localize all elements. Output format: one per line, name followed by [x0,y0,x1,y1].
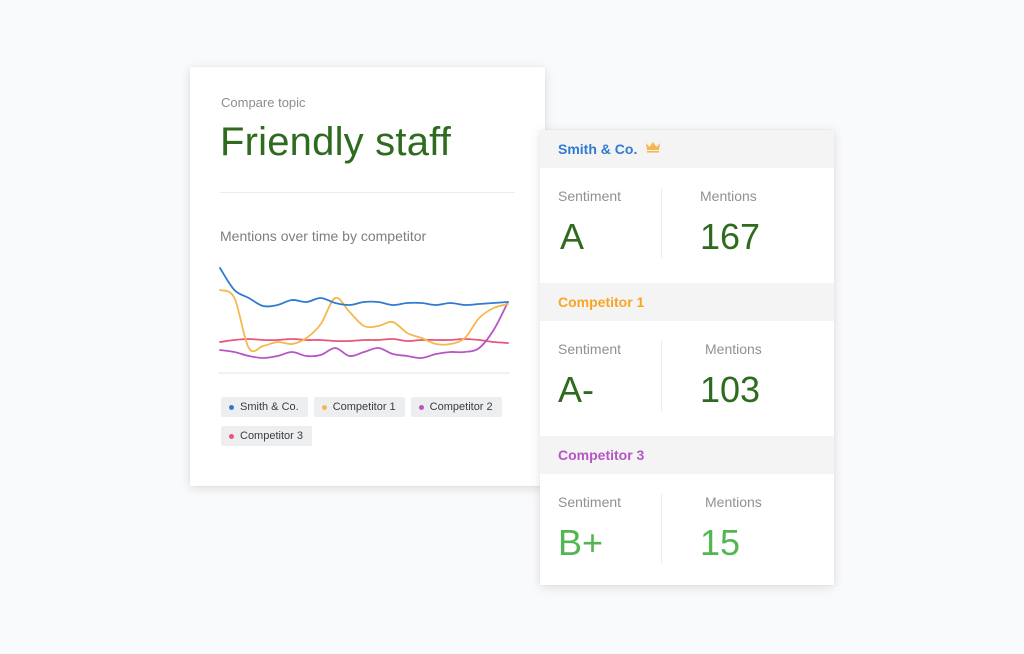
legend-label: Smith & Co. [240,401,299,413]
section-header-competitor-3: Competitor 3 [540,436,834,474]
section-header-competitor-1: Competitor 1 [540,283,834,321]
legend-item-competitor-2[interactable]: Competitor 2 [410,397,502,417]
sentiment-label: Sentiment [558,341,622,357]
column-divider [661,341,662,411]
competitor-name: Competitor 1 [558,294,645,310]
column-divider [661,188,662,258]
legend-item-smith-co[interactable]: Smith & Co. [221,397,308,417]
legend-item-competitor-1[interactable]: Competitor 1 [313,397,405,417]
legend-label: Competitor 3 [240,430,303,442]
competitor-scores-card: Smith & Co. Sentiment Mentions A 167 Com… [540,130,834,585]
mentions-label: Mentions [700,188,757,204]
mentions-count: 167 [700,216,761,257]
crown-icon [645,140,661,158]
series-line-competitor-2 [219,301,509,359]
legend-label: Competitor 1 [332,401,396,413]
legend-dot [229,404,234,410]
mentions-label: Mentions [705,341,762,357]
legend-dot [418,404,424,410]
topic-title: Friendly staff [220,120,452,164]
section-header-smith-co: Smith & Co. [540,130,834,168]
divider [220,192,515,193]
compare-topic-label: Compare topic [221,95,306,110]
competitor-name: Smith & Co. [558,141,638,157]
legend-item-competitor-3[interactable]: Competitor 3 [221,426,312,446]
legend-dot [229,433,234,439]
legend-dot [321,404,327,410]
column-divider [661,494,662,564]
topic-card: Compare topic Friendly staff Mentions ov… [190,67,545,486]
sentiment-grade: A- [558,369,594,410]
competitor-name: Competitor 3 [558,447,645,463]
legend-label: Competitor 2 [429,401,493,413]
mentions-count: 103 [700,369,761,410]
series-line-smith-co [219,267,509,308]
chart-legend: Smith & Co. Competitor 1 Competitor 2 Co… [221,397,521,446]
mentions-label: Mentions [705,494,762,510]
sentiment-label: Sentiment [558,494,622,510]
mentions-line-chart [218,267,510,374]
series-line-competitor-3 [219,338,509,344]
sentiment-grade: A [560,216,585,257]
sentiment-label: Sentiment [558,188,622,204]
series-line-competitor-1 [219,289,509,353]
sentiment-grade: B+ [558,522,604,563]
chart-title: Mentions over time by competitor [220,228,427,244]
mentions-count: 15 [700,522,741,563]
